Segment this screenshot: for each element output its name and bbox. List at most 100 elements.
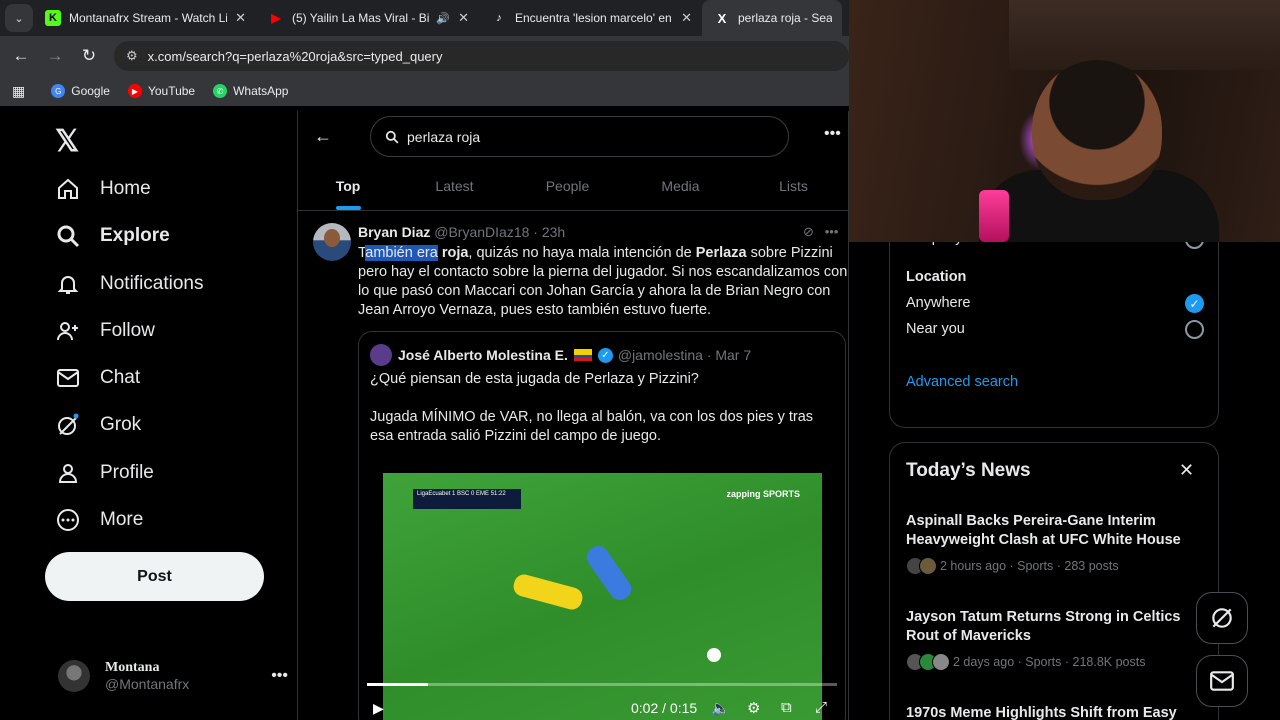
audio-icon[interactable]: 🔊	[436, 12, 450, 25]
more-dots-icon[interactable]: •••	[271, 667, 288, 685]
filter-near-you-label: Near you	[906, 321, 965, 337]
account-switcher[interactable]: Montana @Montanafrx •••	[58, 656, 288, 696]
webcam-shelf	[1009, 0, 1280, 70]
whatsapp-icon: ✆	[213, 84, 228, 98]
quoted-author-handle[interactable]: @jamolestina	[618, 347, 703, 363]
reload-icon[interactable]: ↻	[72, 46, 106, 66]
nav-home[interactable]: Home	[55, 169, 151, 209]
url-field[interactable]: ⚙ x.com/search?q=perlaza%20roja&src=type…	[114, 41, 849, 71]
avatar[interactable]	[313, 223, 351, 261]
tab-search-button[interactable]: ⌄	[5, 4, 33, 32]
home-icon	[55, 176, 81, 202]
ecuador-flag-icon	[573, 349, 592, 361]
quoted-tweet-header: José Alberto Molestina E. ✓ @jamolestina…	[370, 344, 751, 366]
tab-media[interactable]: Media	[624, 165, 737, 210]
volume-icon[interactable]: 🔈	[711, 699, 730, 717]
bookmark-google[interactable]: G Google	[51, 84, 110, 98]
browser-tab-3[interactable]: ♪ Encuentra 'lesion marcelo' en T ✕	[479, 0, 702, 36]
x-logo-icon[interactable]: 𝕏	[55, 124, 79, 159]
picture-in-picture-icon[interactable]: ⧉	[781, 699, 792, 716]
webcam-person-head	[1032, 60, 1162, 200]
tweet-actions: ⊘ •••	[803, 224, 838, 240]
tab-title: (5) Yailin La Mas Viral - Bing	[292, 11, 431, 25]
browser-tab-2[interactable]: ▶ (5) Yailin La Mas Viral - Bing 🔊 ✕	[256, 0, 479, 36]
avatar[interactable]	[370, 344, 392, 366]
news-item[interactable]: Jayson Tatum Returns Strong in Celtics R…	[906, 608, 1196, 671]
tweet-header: Bryan Diaz @BryanDIaz18 · 23h	[358, 224, 565, 240]
news-heading: Today’s News	[906, 460, 1031, 481]
tab-title: Encuentra 'lesion marcelo' en T	[515, 11, 674, 25]
more-dots-icon[interactable]: •••	[825, 224, 839, 239]
verified-badge-icon: ✓	[597, 347, 613, 363]
search-filters-panel: People you follow Location Anywhere ✓ Ne…	[889, 222, 1219, 428]
apps-grid-icon[interactable]: ▦	[12, 83, 25, 100]
close-icon[interactable]: ✕	[235, 10, 246, 26]
browser-tab-1[interactable]: K Montanafrx Stream - Watch Live ✕	[33, 0, 256, 36]
fullscreen-icon[interactable]: ⤢	[815, 699, 827, 716]
site-info-icon[interactable]: ⚙	[126, 48, 138, 64]
messages-floating-button[interactable]	[1196, 655, 1248, 707]
nav-chat[interactable]: Chat	[55, 358, 140, 398]
nav-notifications[interactable]: Notifications	[55, 264, 204, 304]
nav-grok[interactable]: Grok	[55, 405, 141, 445]
nav-profile[interactable]: Profile	[55, 453, 154, 493]
tweet-time[interactable]: · 23h	[533, 224, 565, 240]
bookmark-youtube[interactable]: ▶ YouTube	[127, 84, 195, 98]
tab-latest[interactable]: Latest	[398, 165, 511, 210]
back-arrow-icon[interactable]: ←	[314, 126, 332, 147]
news-item[interactable]: 1970s Meme Highlights Shift from Easy	[906, 704, 1196, 720]
video-controls: ▶ 0:02 / 0:15 🔈 ⚙ ⧉ ⤢	[359, 694, 845, 720]
broadcaster-logo: zapping SPORTS	[726, 489, 800, 499]
tab-top[interactable]: Top	[298, 165, 398, 210]
settings-gear-icon[interactable]: ⚙	[747, 699, 760, 717]
person-add-icon	[55, 318, 81, 344]
advanced-search-link[interactable]: Advanced search	[906, 374, 1018, 390]
close-icon[interactable]: ✕	[1179, 460, 1194, 481]
tab-lists[interactable]: Lists	[737, 165, 848, 210]
search-query: perlaza roja	[407, 128, 481, 145]
tab-title: perlaza roja - Search / X	[738, 11, 832, 25]
bell-icon	[55, 271, 81, 297]
close-icon[interactable]: ✕	[458, 10, 469, 26]
search-input[interactable]: perlaza roja	[370, 116, 789, 157]
forward-arrow-icon[interactable]: →	[38, 46, 72, 66]
quoted-time[interactable]: · Mar 7	[707, 347, 751, 363]
close-icon[interactable]: ✕	[681, 10, 692, 26]
bookmark-whatsapp[interactable]: ✆ WhatsApp	[213, 84, 288, 98]
player-yellow	[511, 572, 585, 612]
tweet-author-name[interactable]: Bryan Diaz	[358, 224, 430, 240]
nav-more[interactable]: More	[55, 500, 143, 540]
play-icon[interactable]: ▶	[373, 700, 384, 717]
filter-anywhere-label: Anywhere	[906, 295, 971, 311]
more-circle-icon	[55, 507, 81, 533]
radio-near-you[interactable]	[1185, 320, 1204, 339]
grok-icon	[55, 412, 81, 438]
bookmarks-bar: ▦ G Google ▶ YouTube ✆ WhatsApp	[0, 76, 849, 106]
text-selection: ambién era	[365, 245, 438, 261]
todays-news-panel: Today’s News ✕ Aspinall Backs Pereira-Ga…	[889, 442, 1219, 720]
kick-icon: K	[45, 10, 61, 26]
webcam-lamp	[979, 190, 1009, 242]
quoted-tweet[interactable]: José Alberto Molestina E. ✓ @jamolestina…	[358, 331, 846, 720]
news-item[interactable]: Aspinall Backs Pereira-Gane Interim Heav…	[906, 512, 1196, 575]
ball	[707, 648, 721, 662]
grok-icon[interactable]: ⊘	[803, 224, 814, 239]
nav-follow[interactable]: Follow	[55, 311, 155, 351]
video-progress-bar[interactable]	[367, 683, 837, 686]
video-time: 0:02 / 0:15	[631, 700, 698, 716]
quoted-author-name[interactable]: José Alberto Molestina E.	[398, 347, 568, 363]
nav-explore[interactable]: Explore	[55, 216, 170, 256]
post-button[interactable]: Post	[45, 552, 264, 601]
tweet-text: También era roja, quizás no haya mala in…	[358, 245, 848, 318]
browser-tab-4[interactable]: X perlaza roja - Search / X	[702, 0, 842, 36]
more-dots-icon[interactable]: •••	[824, 125, 841, 143]
grok-icon	[1212, 608, 1232, 628]
tweet-author-handle[interactable]: @BryanDIaz18	[434, 224, 529, 240]
scoreboard: LigaEcuabet 1 BSC 0 EME 51:22	[413, 489, 521, 509]
account-handle: @Montanafrx	[105, 676, 190, 692]
grok-floating-button[interactable]	[1196, 592, 1248, 644]
tab-people[interactable]: People	[511, 165, 624, 210]
back-arrow-icon[interactable]: ←	[4, 46, 38, 66]
radio-anywhere-checked-icon[interactable]: ✓	[1185, 294, 1204, 313]
search-results-column: ← perlaza roja ••• Top Latest People Med…	[297, 111, 849, 720]
